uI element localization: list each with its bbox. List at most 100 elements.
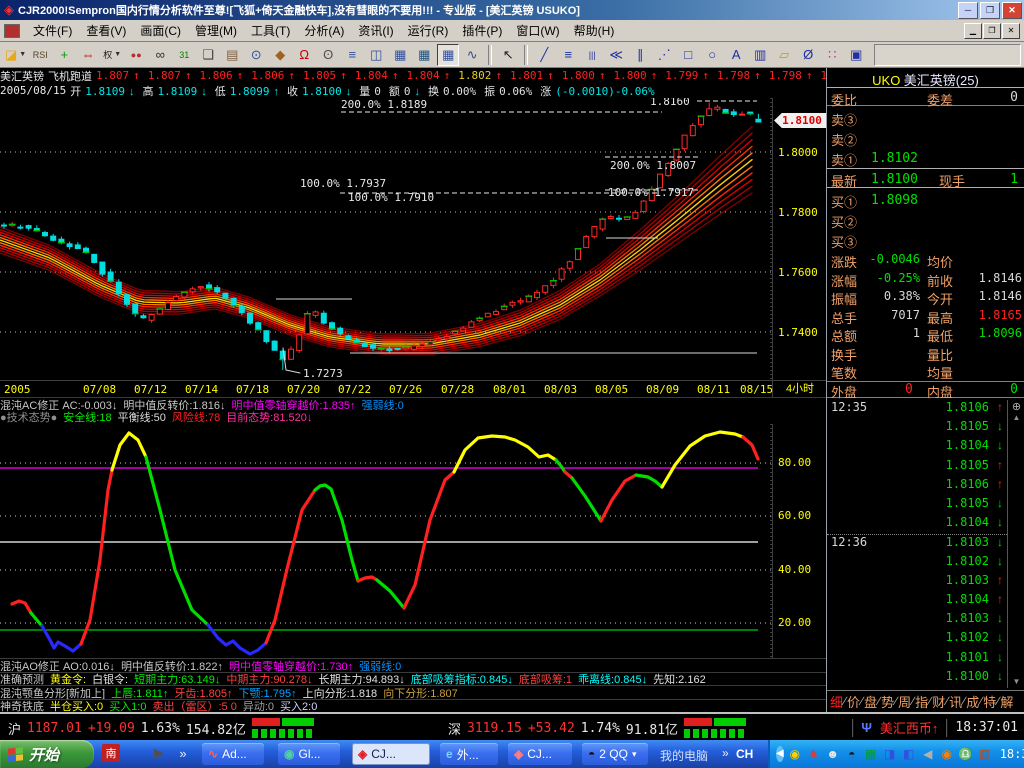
period-label[interactable]: 4小时 (772, 380, 827, 398)
panel-tab-盘[interactable]: 盘 (863, 692, 878, 711)
mdi-restore-button[interactable]: ❐ (983, 23, 1001, 39)
tray-grid-icon[interactable]: ▦ (863, 746, 879, 762)
copy-pages-icon[interactable]: ❏ (197, 44, 219, 66)
chart-window-icon[interactable]: ▦ (389, 44, 411, 66)
panel-tab-价[interactable]: 价 (846, 692, 861, 711)
ask-row[interactable]: 卖③ (827, 108, 1024, 128)
menu-item-analysis[interactable]: 分析(A) (297, 22, 351, 40)
gann-fan-icon[interactable]: ≪ (605, 44, 627, 66)
alarm-bell-icon[interactable]: Ω (293, 44, 315, 66)
task-button-qq[interactable]: ◓2 QQ▾ (582, 743, 648, 765)
menu-item-screen[interactable]: 画面(C) (133, 22, 188, 40)
dropdown-arrow-icon[interactable]: ▾ (632, 749, 637, 760)
tray-mask-icon[interactable]: ☻ (825, 746, 841, 762)
copy-tool-icon[interactable]: ▥ (749, 44, 771, 66)
tray-usb-icon[interactable]: ◨ (882, 746, 898, 762)
list-view-icon[interactable]: ≡ (341, 44, 363, 66)
bid-row[interactable]: 买③ (827, 230, 1024, 250)
sh-label[interactable]: 沪 (8, 719, 21, 738)
close-button[interactable]: ✕ (1002, 2, 1022, 19)
horizontal-lines-icon[interactable]: ≡ (557, 44, 579, 66)
quicklaunch-nan-icon[interactable]: 南 (102, 744, 120, 762)
move-tool-icon[interactable]: + (53, 44, 75, 66)
band-chevron[interactable]: » (722, 746, 729, 760)
chart-window2-icon[interactable]: ▦ (413, 44, 435, 66)
tray-star-icon[interactable]: ◉ (787, 746, 803, 762)
grid-chart-icon[interactable]: ▦ (437, 44, 459, 66)
channel-icon[interactable]: ∥ (629, 44, 651, 66)
language-indicator[interactable]: CH (736, 747, 753, 761)
vertical-lines-icon[interactable]: ||| (581, 44, 603, 66)
restore-button[interactable]: ❐ (980, 2, 1000, 19)
bid-row[interactable]: 买①1.8098 (827, 190, 1024, 210)
palette-icon[interactable]: ∷ (821, 44, 843, 66)
rights-adjust-icon[interactable]: 权▼ (101, 44, 123, 66)
panel-tab-解[interactable]: 解 (999, 692, 1014, 711)
ask-row[interactable]: 卖② (827, 128, 1024, 148)
rectangle-tool-icon[interactable]: □ (677, 44, 699, 66)
task-button-ad[interactable]: ∿Ad... (202, 743, 264, 765)
tray-usb2-icon[interactable]: ◧ (901, 746, 917, 762)
tray-figure-icon[interactable]: ♞ (806, 746, 822, 762)
menu-item-window[interactable]: 窗口(W) (509, 22, 566, 40)
menu-item-manage[interactable]: 管理(M) (188, 22, 244, 40)
lock-edit-icon[interactable]: Ø (797, 44, 819, 66)
tray-signal-icon[interactable]: ◉ (939, 746, 955, 762)
sz-label[interactable]: 深 (448, 719, 461, 738)
crosshair-icon[interactable]: ⊕ (1008, 400, 1024, 413)
hatch-lines-icon[interactable]: ⋰ (653, 44, 675, 66)
task-button-cj-active[interactable]: ◈CJ... (352, 743, 430, 765)
mouse-icon[interactable]: ʘ (317, 44, 339, 66)
quicklaunch-more-chevron[interactable]: » (174, 744, 192, 762)
search-window-icon[interactable]: ⊙ (245, 44, 267, 66)
pointer-tool-icon[interactable]: ↖ (497, 44, 519, 66)
tray-scales-icon[interactable]: ♎ (958, 746, 974, 762)
horizontal-scale-icon[interactable]: ⇔ (77, 44, 99, 66)
panel-tab-财[interactable]: 财 (931, 692, 946, 711)
scroll-up-icon[interactable]: ▲ (1008, 413, 1024, 422)
tech-trend-oscillator-chart[interactable] (0, 424, 772, 658)
panel-tab-特[interactable]: 特 (982, 692, 997, 711)
menu-item-info[interactable]: 资讯(I) (351, 22, 400, 40)
ellipse-tool-icon[interactable]: ○ (701, 44, 723, 66)
menu-item-plugin[interactable]: 插件(P) (455, 22, 509, 40)
menu-item-tools[interactable]: 工具(T) (244, 22, 297, 40)
tick-scrollbar[interactable]: ⊕ ▲ ▼ (1007, 400, 1024, 688)
panel-tab-指[interactable]: 指 (914, 692, 929, 711)
bid-row[interactable]: 买② (827, 210, 1024, 230)
dropdown-arrow-icon[interactable]: ▼ (19, 51, 26, 58)
panel-tab-周[interactable]: 周 (897, 692, 912, 711)
feed-status[interactable]: 美汇西币↑ (880, 718, 939, 737)
paint-icon[interactable]: ◆ (269, 44, 291, 66)
menu-item-run[interactable]: 运行(R) (401, 22, 456, 40)
panel-tab-讯[interactable]: 讯 (948, 692, 963, 711)
mdi-minimize-button[interactable]: ▁ (964, 23, 982, 39)
panel-tab-成[interactable]: 成 (965, 692, 980, 711)
desktop-band[interactable]: 我的电脑 (660, 747, 708, 764)
open-chart-icon[interactable]: ◪▼ (4, 44, 27, 66)
main-candlestick-chart[interactable]: 200.0% 1.81891.8160200.0% 1.8007100.0% 1… (0, 98, 772, 380)
book-icon[interactable]: ▤ (221, 44, 243, 66)
panel-tab-势[interactable]: 势 (880, 692, 895, 711)
tray-qq-icon[interactable]: ◓ (844, 746, 860, 762)
task-button-gl[interactable]: ◉Gl... (278, 743, 340, 765)
calendar-icon[interactable]: 31 (173, 44, 195, 66)
column-view-icon[interactable]: ◫ (365, 44, 387, 66)
menu-item-view[interactable]: 查看(V) (79, 22, 133, 40)
mdi-close-button[interactable]: ✕ (1002, 23, 1020, 39)
quicklaunch-movie-icon[interactable]: ▶ (150, 744, 168, 762)
traffic-light-icon[interactable]: ●● (125, 44, 147, 66)
panel-tab-细[interactable]: 细 (829, 692, 844, 711)
binoculars-icon[interactable]: ∞ (149, 44, 171, 66)
trend-line-icon[interactable]: ╱ (533, 44, 555, 66)
line-chart-icon[interactable]: ∿ (461, 44, 483, 66)
minimize-button[interactable]: ─ (958, 2, 978, 19)
menu-item-help[interactable]: 帮助(H) (567, 22, 622, 40)
quicklaunch-media-icon[interactable]: ◔ (126, 744, 144, 762)
text-tool-icon[interactable]: A (725, 44, 747, 66)
tray-color-icon[interactable]: ▥ (977, 746, 993, 762)
menu-item-file[interactable]: 文件(F) (26, 22, 79, 40)
tray-collapse-chevron[interactable]: ◀ (776, 746, 784, 762)
scroll-down-icon[interactable]: ▼ (1008, 677, 1024, 686)
task-button-wai[interactable]: e外... (440, 743, 498, 765)
